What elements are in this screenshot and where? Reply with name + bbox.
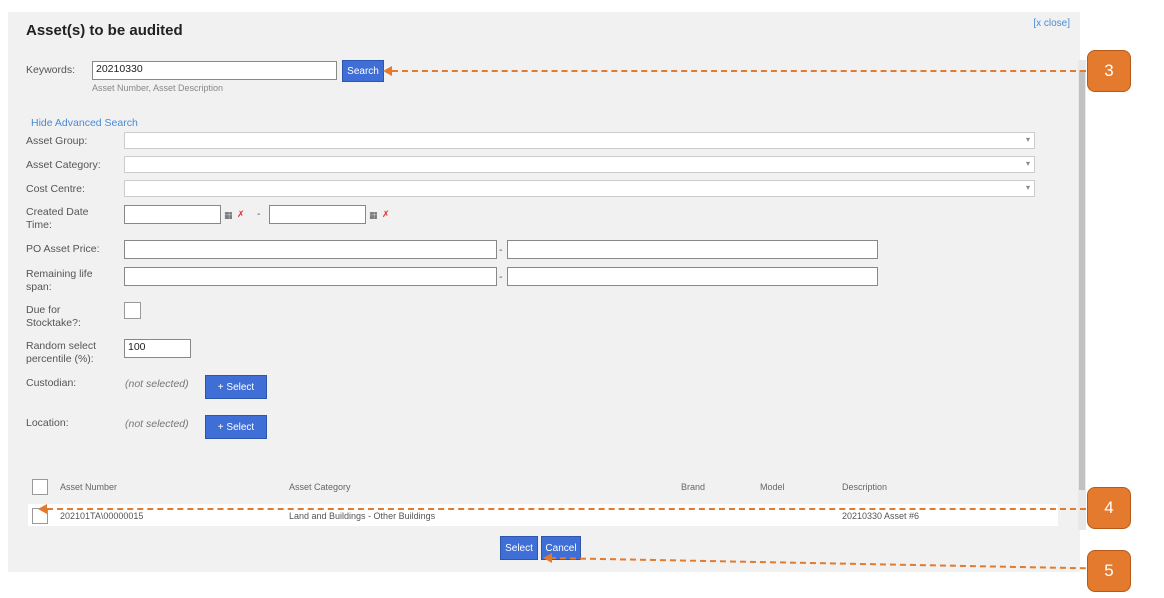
due-stocktake-label-line2: Stocktake?: [26, 317, 81, 329]
callout-5-arrow [543, 553, 552, 563]
asset-category-select[interactable]: ▾ [124, 156, 1035, 173]
created-date-label-line1: Created Date [26, 206, 89, 218]
date-range-separator: - [257, 208, 261, 220]
po-price-to-input[interactable] [507, 240, 878, 259]
close-link[interactable]: [x close] [1033, 18, 1070, 29]
created-date-label: Created Date Time: [26, 206, 88, 232]
clear-date-icon[interactable]: ✗ [237, 209, 245, 220]
column-header-description: Description [842, 482, 888, 492]
random-select-label-line1: Random select [26, 340, 97, 352]
location-select-button[interactable]: + Select [205, 415, 267, 439]
callout-3-arrow [383, 66, 392, 76]
chevron-down-icon: ▾ [1025, 159, 1030, 168]
cell-asset-category: Land and Buildings - Other Buildings [289, 511, 436, 521]
scrollbar[interactable] [1078, 60, 1086, 530]
calendar-icon[interactable]: ▦ [224, 210, 233, 221]
callout-4-line [47, 508, 1086, 510]
due-stocktake-checkbox[interactable] [124, 302, 141, 319]
cell-description: 20210330 Asset #6 [842, 511, 920, 521]
clear-date-icon[interactable]: ✗ [382, 209, 390, 220]
keywords-label: Keywords: [26, 64, 76, 76]
remaining-life-to-input[interactable] [507, 267, 878, 286]
due-stocktake-label: Due for Stocktake?: [26, 304, 81, 330]
remaining-life-separator: - [499, 271, 503, 283]
remaining-life-label-line2: span: [26, 281, 52, 293]
remaining-life-label: Remaining life span: [26, 268, 93, 294]
location-value: (not selected) [125, 418, 189, 430]
hide-advanced-search-link[interactable]: Hide Advanced Search [31, 117, 138, 130]
callout-3-line [392, 70, 1086, 72]
cell-asset-number: 202101TA\00000015 [60, 511, 144, 521]
select-button[interactable]: Select [500, 536, 538, 560]
keywords-hint: Asset Number, Asset Description [92, 83, 224, 93]
po-price-separator: - [499, 244, 503, 256]
due-stocktake-label-line1: Due for [26, 304, 61, 316]
column-header-brand: Brand [681, 482, 706, 492]
asset-group-select[interactable]: ▾ [124, 132, 1035, 149]
random-percentile-input[interactable]: 100 [124, 339, 191, 358]
keywords-input[interactable]: 20210330 [92, 61, 337, 80]
created-date-to-input[interactable] [269, 205, 366, 224]
audit-dialog: Asset(s) to be audited [x close] Keyword… [8, 12, 1086, 572]
po-price-from-input[interactable] [124, 240, 497, 259]
dialog-title: Asset(s) to be audited [26, 22, 183, 39]
column-header-asset-number: Asset Number [60, 482, 118, 492]
select-all-checkbox[interactable] [32, 479, 48, 495]
callout-3: 3 [1087, 50, 1131, 92]
calendar-icon[interactable]: ▦ [369, 210, 378, 221]
asset-category-label: Asset Category: [26, 159, 101, 171]
custodian-select-button[interactable]: + Select [205, 375, 267, 399]
callout-4: 4 [1087, 487, 1131, 529]
chevron-down-icon: ▾ [1025, 135, 1030, 144]
created-date-label-line2: Time: [26, 219, 52, 231]
remaining-life-label-line1: Remaining life [26, 268, 93, 280]
cost-centre-select[interactable]: ▾ [124, 180, 1035, 197]
scrollbar-thumb[interactable] [1079, 70, 1085, 490]
callout-5: 5 [1087, 550, 1131, 592]
cost-centre-label: Cost Centre: [26, 183, 85, 195]
search-button[interactable]: Search [342, 60, 384, 82]
column-header-asset-category: Asset Category [289, 482, 351, 492]
location-label: Location: [26, 417, 69, 429]
remaining-life-from-input[interactable] [124, 267, 497, 286]
chevron-down-icon: ▾ [1025, 183, 1030, 192]
callout-4-arrow [38, 504, 47, 514]
column-header-model: Model [760, 482, 785, 492]
random-select-label: Random select percentile (%): [26, 340, 96, 366]
created-date-from-input[interactable] [124, 205, 221, 224]
asset-group-label: Asset Group: [26, 135, 88, 147]
custodian-label: Custodian: [26, 377, 77, 389]
random-select-label-line2: percentile (%): [26, 353, 94, 365]
po-asset-price-label: PO Asset Price: [26, 243, 100, 255]
custodian-value: (not selected) [125, 378, 189, 390]
